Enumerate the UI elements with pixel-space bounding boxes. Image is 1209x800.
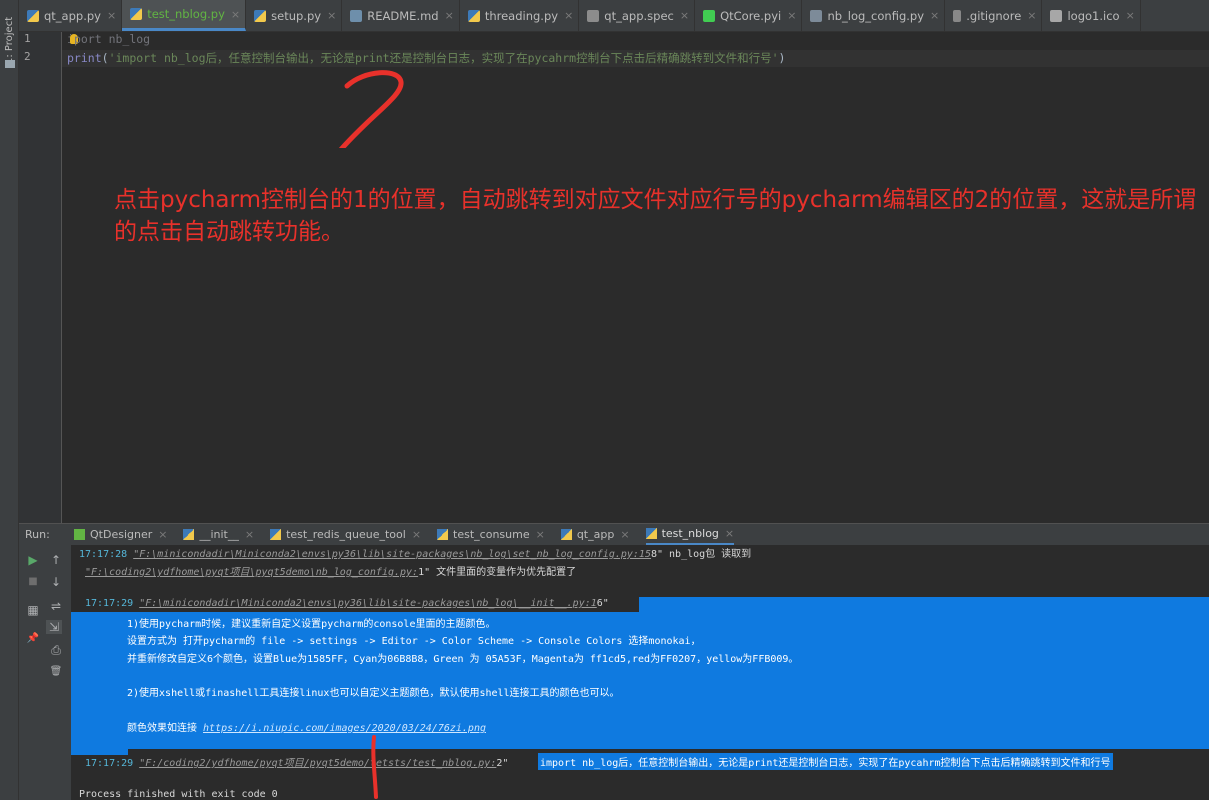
run-toolbar: ▶ ↑ ■ ↓ ⇌ ▦ ⇲ 📌 ⎙ 🗑 (19, 545, 71, 800)
python-run-icon (270, 529, 282, 540)
run-config-icon (74, 529, 85, 540)
console-line: 17:17:28 "F:\minicondadir\Miniconda2\env… (79, 549, 752, 560)
tab-qtcore-pyi[interactable]: QtCore.pyi × (695, 0, 803, 31)
console-line: 并重新修改自定义6个颜色，设置Blue为1585FF，Cyan为06B8B8，G… (127, 654, 799, 665)
markdown-file-icon (350, 9, 363, 22)
console-line: 1)使用pycharm时候，建议重新自定义设置pycharm的console里面… (127, 619, 496, 630)
run-tab-qtdesigner[interactable]: QtDesigner × (74, 528, 167, 541)
python-run-icon (645, 528, 657, 539)
arrow-down-icon[interactable]: ↓ (48, 575, 64, 589)
close-icon[interactable]: × (245, 528, 254, 541)
editor-tab-bar: qt_app.py × test_nblog.py × setup.py × READ… (19, 0, 1209, 32)
close-icon[interactable]: × (158, 528, 167, 541)
project-tool-tab[interactable]: 1: Project (0, 6, 19, 68)
console-line: 2)使用xshell或finashell工具连接linux也可以自定义主题颜色，… (127, 688, 620, 699)
handwritten-mark-1 (371, 735, 378, 799)
close-icon[interactable]: × (1027, 9, 1036, 22)
stop-icon[interactable]: ■ (25, 575, 41, 589)
layout-icon[interactable]: ▦ (25, 603, 41, 617)
folder-icon (5, 60, 15, 68)
console-message-selected: import nb_log后，任意控制台输出，无论是print还是控制台日志，实… (538, 753, 1113, 770)
close-icon[interactable]: × (412, 528, 421, 541)
tab-logo1-ico[interactable]: logo1.ico × (1042, 0, 1141, 31)
tab-readme-md[interactable]: README.md × (342, 0, 460, 31)
run-tab-test-redis-queue-tool[interactable]: test_redis_queue_tool × (270, 528, 421, 541)
close-icon[interactable]: × (107, 9, 116, 22)
python-file-icon (27, 9, 39, 22)
console-line: 17:17:29 "F:/coding2/ydfhome/pyqt项目/pyqt… (85, 758, 509, 769)
run-tab-init[interactable]: __init__ × (183, 528, 254, 541)
project-tool-label: 1: Project (4, 16, 15, 64)
annotation-text: 点击pycharm控制台的1的位置，自动跳转到对应文件对应行号的pycharm编… (114, 187, 1197, 245)
close-icon[interactable]: × (1126, 9, 1135, 22)
python-file-icon (254, 9, 267, 22)
console-line: 17:17:29 "F:\minicondadir\Miniconda2\env… (85, 598, 609, 609)
image-file-icon (1050, 9, 1063, 22)
console-line: 颜色效果如连接 https://i.niupic.com/images/2020… (127, 723, 486, 734)
qt-file-icon (703, 9, 716, 22)
run-tab-qt-app[interactable]: qt_app × (560, 528, 630, 541)
python-file-icon (810, 9, 823, 22)
handwritten-mark-2 (338, 70, 404, 148)
code-line-current[interactable]: print('import nb_log后，任意控制台输出，无论是print还是… (62, 50, 1209, 67)
close-icon[interactable]: × (327, 9, 336, 22)
run-tab-test-nblog[interactable]: test_nblog × (645, 525, 735, 545)
python-run-icon (183, 529, 195, 540)
close-icon[interactable]: × (680, 9, 689, 22)
code-editor[interactable]: 1 2 iport nb_log print('import nb_log后，任… (19, 32, 1209, 523)
tab-test-nblog-py[interactable]: test_nblog.py × (122, 0, 247, 31)
close-icon[interactable]: × (231, 8, 240, 21)
url-link[interactable]: https://i.niupic.com/images/2020/03/24/7… (203, 723, 486, 734)
tab-threading-py[interactable]: threading.py × (460, 0, 580, 31)
python-run-icon (560, 529, 572, 540)
process-finished-text: Process finished with exit code 0 (79, 789, 278, 800)
line-number-gutter: 1 2 (19, 32, 62, 523)
tab-qt-app-spec[interactable]: qt_app.spec × (579, 0, 696, 31)
close-icon[interactable]: × (787, 9, 796, 22)
tab-qt-app-py[interactable]: qt_app.py × (19, 0, 123, 31)
arrow-up-icon[interactable]: ↑ (48, 553, 64, 567)
print-icon[interactable]: ⎙ (48, 643, 64, 657)
console-output[interactable]: 17:17:28 "F:\minicondadir\Miniconda2\env… (71, 545, 1209, 800)
console-line: 设置方式为 打开pycharm的 file -> settings -> Edi… (127, 636, 701, 647)
run-tool-header: Run: QtDesigner × __init__ × test_redis_qu… (19, 523, 1209, 545)
python-file-icon (130, 8, 143, 20)
pin-icon[interactable]: 📌 (25, 632, 41, 646)
rerun-icon[interactable]: ▶ (25, 553, 41, 567)
file-link[interactable]: "F:\coding2\ydfhome\pyqt项目\pyqt5demo\nb_… (85, 567, 418, 578)
close-icon[interactable]: × (725, 527, 734, 540)
close-icon[interactable]: × (930, 9, 939, 22)
line-number: 1 (24, 32, 31, 45)
close-icon[interactable]: × (536, 528, 545, 541)
file-link[interactable]: "F:\minicondadir\Miniconda2\envs\py36\li… (133, 549, 651, 560)
close-icon[interactable]: × (564, 9, 573, 22)
spec-file-icon (587, 9, 600, 22)
code-line[interactable]: iport nb_log (67, 32, 150, 46)
python-run-icon (437, 529, 449, 540)
run-label: Run: (25, 528, 50, 541)
tab-gitignore[interactable]: .gitignore × (945, 0, 1043, 31)
run-tab-test-consume[interactable]: test_consume × (437, 528, 545, 541)
line-number: 2 (24, 50, 31, 63)
python-file-icon (467, 9, 480, 22)
close-icon[interactable]: × (620, 528, 629, 541)
soft-wrap-icon[interactable]: ⇌ (48, 599, 64, 613)
gitignore-file-icon (953, 9, 962, 22)
close-icon[interactable]: × (445, 9, 454, 22)
trash-icon[interactable]: 🗑 (48, 665, 64, 679)
project-tool-strip: 1: Project (0, 0, 19, 800)
scroll-to-end-icon[interactable]: ⇲ (46, 620, 62, 634)
console-line: "F:\coding2\ydfhome\pyqt项目\pyqt5demo\nb_… (85, 567, 577, 578)
file-link[interactable]: "F:\minicondadir\Miniconda2\envs\py36\li… (139, 598, 597, 609)
file-link[interactable]: "F:/coding2/ydfhome/pyqt项目/pyqt5demo/tet… (139, 758, 496, 769)
tab-setup-py[interactable]: setup.py × (246, 0, 343, 31)
tab-nb-log-config-py[interactable]: nb_log_config.py × (802, 0, 946, 31)
